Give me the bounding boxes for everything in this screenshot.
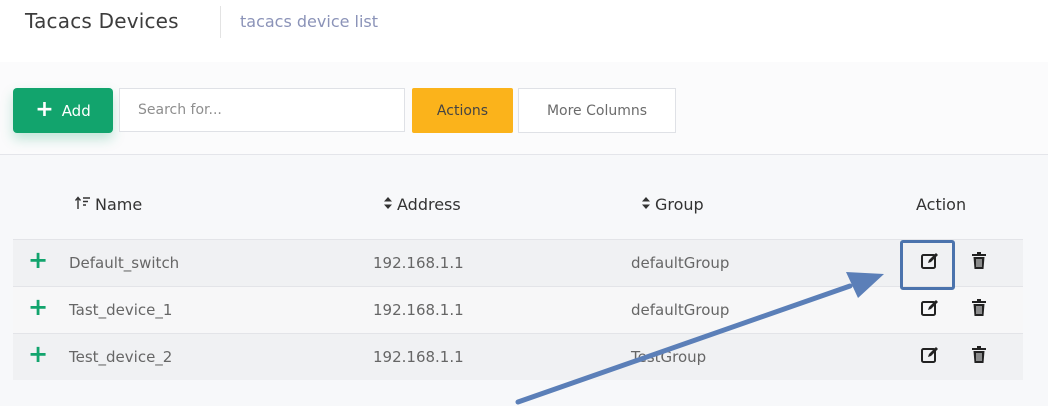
trash-icon[interactable] bbox=[969, 345, 989, 365]
add-button[interactable]: + Add bbox=[13, 88, 113, 133]
page-header: Tacacs Devices tacacs device list bbox=[0, 0, 1048, 48]
edit-highlight-box bbox=[900, 240, 955, 290]
edit-icon[interactable] bbox=[920, 345, 940, 365]
device-group: defaultGroup bbox=[631, 254, 730, 272]
device-address: 192.168.1.1 bbox=[373, 254, 464, 272]
plus-icon: + bbox=[35, 96, 54, 122]
device-address: 192.168.1.1 bbox=[373, 301, 464, 319]
devices-table: Name Address Group Action + Default_swit… bbox=[13, 183, 1023, 380]
expand-row-icon[interactable]: + bbox=[28, 342, 48, 366]
page-title: Tacacs Devices bbox=[25, 9, 179, 33]
column-header-address[interactable]: Address bbox=[383, 195, 461, 214]
edit-icon[interactable] bbox=[920, 298, 940, 318]
device-name: Default_switch bbox=[69, 254, 180, 272]
expand-row-icon[interactable]: + bbox=[28, 295, 48, 319]
device-group: TestGroup bbox=[631, 348, 707, 366]
expand-row-icon[interactable]: + bbox=[28, 248, 48, 272]
page-subtitle: tacacs device list bbox=[240, 12, 379, 31]
device-name: Test_device_2 bbox=[69, 348, 173, 366]
table-row: + Test_device_2 192.168.1.1 TestGroup bbox=[13, 333, 1023, 380]
table-row: + Default_switch 192.168.1.1 defaultGrou… bbox=[13, 239, 1023, 286]
actions-button[interactable]: Actions bbox=[412, 88, 513, 133]
trash-icon[interactable] bbox=[969, 298, 989, 318]
column-header-action: Action bbox=[916, 195, 966, 214]
column-header-group-label: Group bbox=[655, 195, 704, 214]
column-header-action-label: Action bbox=[916, 195, 967, 214]
add-button-label: Add bbox=[61, 101, 91, 120]
header-divider bbox=[220, 6, 221, 38]
sort-ascending-icon bbox=[74, 196, 91, 213]
device-group: defaultGroup bbox=[631, 301, 730, 319]
device-name: Tast_device_1 bbox=[69, 301, 173, 319]
table-header: Name Address Group Action bbox=[13, 183, 1023, 239]
column-header-name[interactable]: Name bbox=[74, 195, 143, 214]
table-row: + Tast_device_1 192.168.1.1 defaultGroup bbox=[13, 286, 1023, 333]
device-address: 192.168.1.1 bbox=[373, 348, 464, 366]
sort-icon bbox=[383, 196, 393, 213]
sort-icon bbox=[641, 196, 651, 213]
column-header-group[interactable]: Group bbox=[641, 195, 704, 214]
column-header-name-label: Name bbox=[95, 195, 143, 214]
search-input[interactable] bbox=[119, 88, 405, 132]
more-columns-button[interactable]: More Columns bbox=[518, 88, 676, 133]
column-header-address-label: Address bbox=[397, 195, 461, 214]
trash-icon[interactable] bbox=[969, 251, 989, 271]
